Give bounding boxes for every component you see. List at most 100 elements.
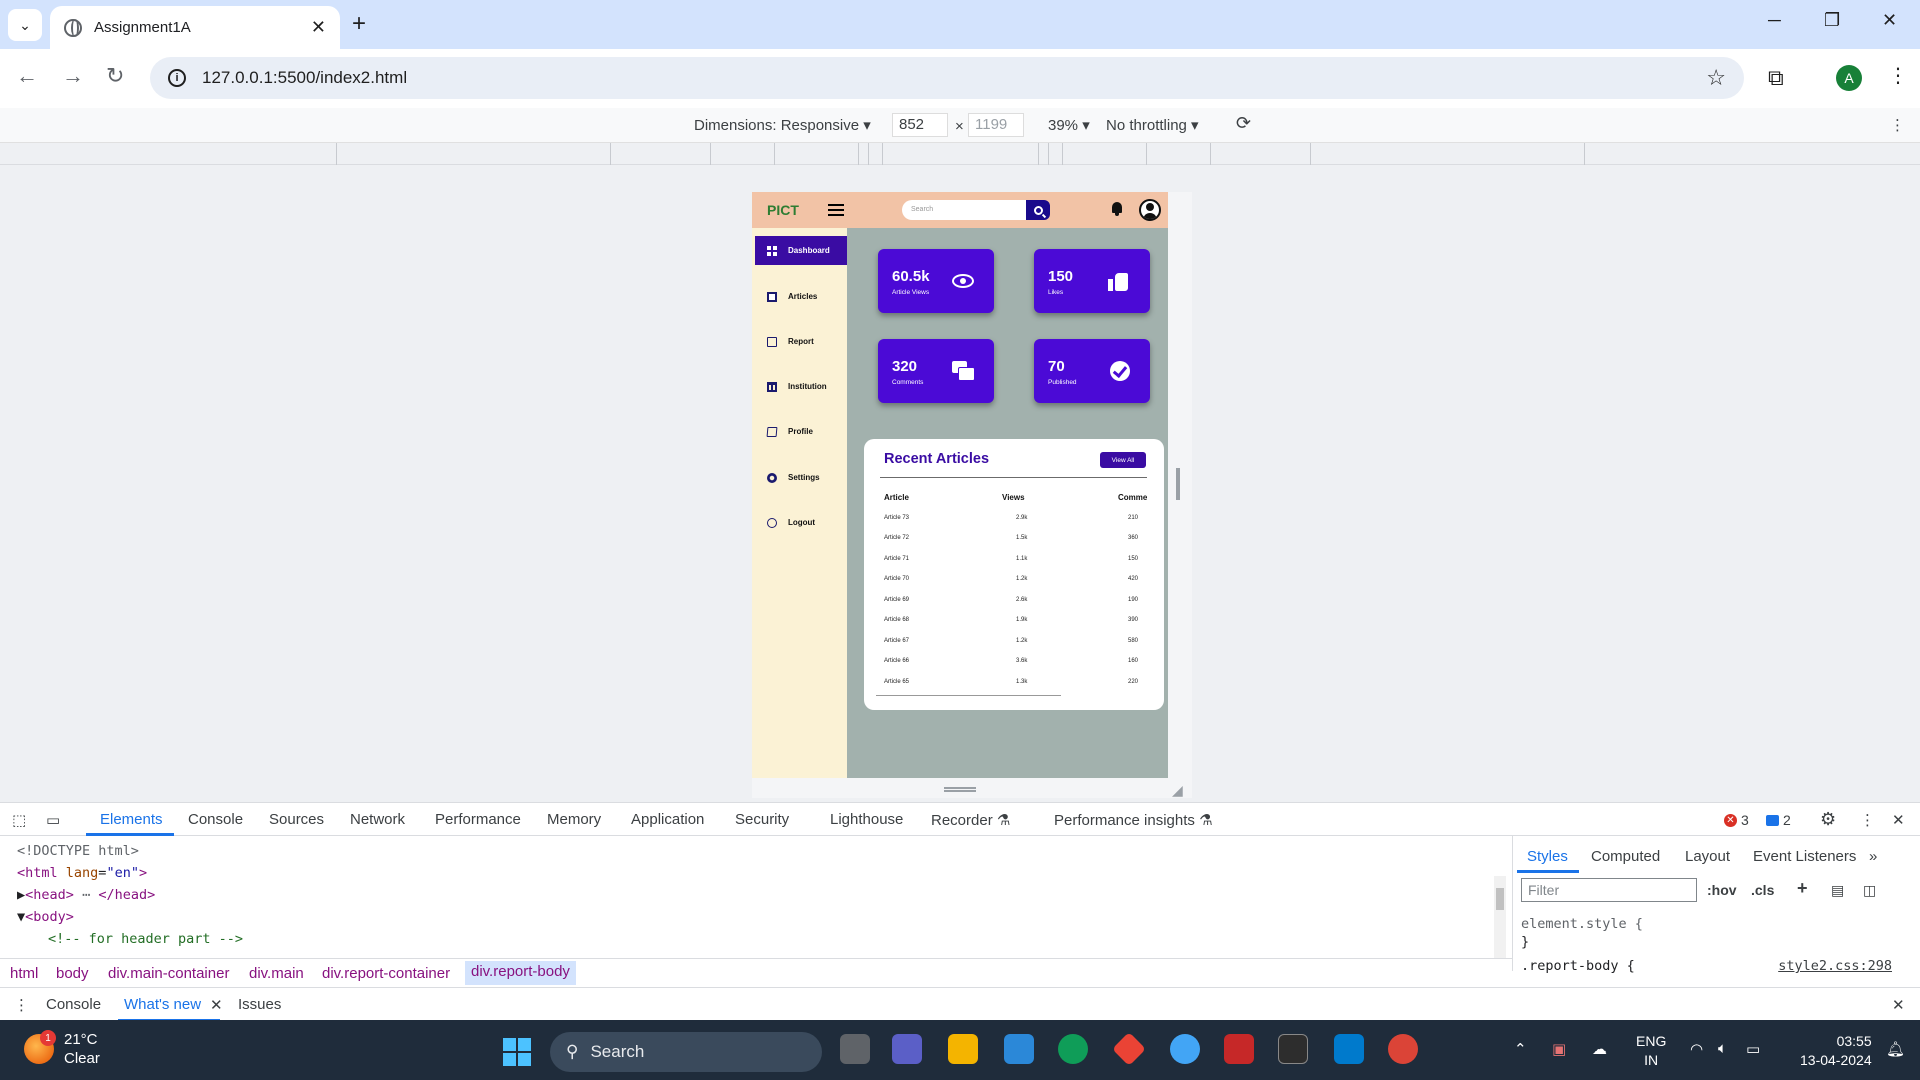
- view-all-button[interactable]: View All: [1100, 452, 1146, 468]
- bell-icon[interactable]: [1111, 202, 1123, 216]
- sidebar-item-dashboard[interactable]: Dashboard: [755, 236, 847, 265]
- stat-card-likes[interactable]: 150 Likes: [1034, 249, 1150, 313]
- width-input[interactable]: 852: [892, 113, 948, 137]
- tab-computed[interactable]: Computed: [1591, 848, 1660, 865]
- styles-filter-input[interactable]: Filter: [1521, 878, 1697, 902]
- app-logo[interactable]: PICT: [767, 202, 799, 218]
- corner-resize-handle[interactable]: ◢: [1172, 782, 1183, 799]
- task-view-icon[interactable]: [840, 1034, 870, 1064]
- tab-performance[interactable]: Performance: [435, 811, 521, 828]
- tab-lighthouse[interactable]: Lighthouse: [830, 811, 903, 828]
- tab-security[interactable]: Security: [735, 811, 789, 828]
- table-row[interactable]: Article 70 1.2k 420: [864, 576, 1164, 588]
- tab-search-button[interactable]: ⌄: [8, 9, 42, 41]
- address-bar[interactable]: i 127.0.0.1:5500/index2.html ☆: [150, 57, 1744, 99]
- cls-toggle[interactable]: .cls: [1751, 882, 1774, 898]
- drawer-tab-issues[interactable]: Issues: [238, 996, 281, 1013]
- file-explorer-icon[interactable]: [948, 1034, 978, 1064]
- extensions-icon[interactable]: ⧉: [1768, 65, 1784, 91]
- breadcrumb-main-container[interactable]: div.main-container: [108, 965, 229, 982]
- tab-sources[interactable]: Sources: [269, 811, 324, 828]
- sidebar-item-articles[interactable]: Articles: [755, 282, 847, 311]
- weather-widget[interactable]: 1 21°C Clear: [24, 1030, 100, 1068]
- edge-icon[interactable]: [1058, 1034, 1088, 1064]
- more-tabs-icon[interactable]: »: [1869, 848, 1877, 865]
- hamburger-menu-icon[interactable]: [828, 204, 844, 216]
- table-row[interactable]: Article 65 1.3k 220: [864, 679, 1164, 691]
- rule-source-link[interactable]: style2.css:298: [1778, 958, 1892, 974]
- doctype-line[interactable]: <!DOCTYPE html>: [17, 843, 139, 859]
- tab-recorder[interactable]: Recorder ⚗: [931, 811, 1010, 829]
- throttling-dropdown[interactable]: No throttling ▾: [1106, 116, 1199, 134]
- inspect-element-icon[interactable]: ⬚: [12, 811, 26, 829]
- table-row[interactable]: Article 67 1.2k 580: [864, 638, 1164, 650]
- app-search-input[interactable]: Search: [902, 200, 1026, 220]
- device-toggle-icon[interactable]: ▭: [46, 811, 60, 829]
- tab-performance-insights[interactable]: Performance insights ⚗: [1054, 811, 1213, 829]
- breadcrumb-body[interactable]: body: [56, 965, 89, 982]
- breadcrumb-main[interactable]: div.main: [249, 965, 304, 982]
- system-clock[interactable]: 03:55 13-04-2024: [1800, 1032, 1872, 1070]
- head-node[interactable]: ▶<head> ⋯ </head>: [17, 887, 155, 903]
- table-row[interactable]: Article 69 2.6k 190: [864, 597, 1164, 609]
- dimensions-dropdown[interactable]: Dimensions: Responsive ▾: [694, 116, 871, 134]
- error-count-badge[interactable]: ✕ 3: [1724, 812, 1749, 828]
- table-row[interactable]: Article 73 2.9k 210: [864, 515, 1164, 527]
- user-avatar-icon[interactable]: [1139, 199, 1161, 221]
- breadcrumb-report-body[interactable]: div.report-body: [465, 961, 576, 985]
- site-info-icon[interactable]: i: [168, 69, 186, 87]
- stat-card-published[interactable]: 70 Published: [1034, 339, 1150, 403]
- zoom-dropdown[interactable]: 39% ▾: [1048, 116, 1090, 134]
- close-drawer-icon[interactable]: ✕: [1892, 996, 1905, 1014]
- store-icon[interactable]: [1004, 1034, 1034, 1064]
- media-query-ruler[interactable]: [0, 143, 1920, 165]
- stat-card-comments[interactable]: 320 Comments: [878, 339, 994, 403]
- anydesk-icon[interactable]: [1112, 1032, 1146, 1066]
- comment-node[interactable]: <!-- for header part -->: [48, 931, 243, 947]
- forward-button[interactable]: →: [62, 63, 84, 89]
- sidebar-toggle-icon[interactable]: ◫: [1863, 882, 1876, 899]
- paint-icon[interactable]: ▤: [1831, 882, 1844, 899]
- rotate-icon[interactable]: ⟳: [1236, 113, 1251, 134]
- breadcrumb-report-container[interactable]: div.report-container: [322, 965, 450, 982]
- vscode-icon[interactable]: [1334, 1034, 1364, 1064]
- devtools-menu-icon[interactable]: ⋮: [1860, 811, 1875, 829]
- drawer-menu-icon[interactable]: ⋮: [14, 996, 29, 1014]
- close-window-button[interactable]: ✕: [1882, 10, 1897, 31]
- minimize-button[interactable]: ─: [1768, 10, 1781, 31]
- volume-icon[interactable]: 🔈︎: [1718, 1040, 1727, 1057]
- bookmark-star-icon[interactable]: ☆: [1706, 65, 1726, 91]
- windows-start-icon[interactable]: [503, 1038, 531, 1066]
- gear-icon[interactable]: ⚙: [1820, 809, 1836, 830]
- table-row[interactable]: Article 72 1.5k 360: [864, 535, 1164, 547]
- chevron-up-icon[interactable]: ⌃: [1514, 1040, 1527, 1058]
- element-style-rule[interactable]: element.style {: [1521, 916, 1643, 932]
- table-scrollbar[interactable]: [876, 695, 1061, 696]
- profile-avatar[interactable]: A: [1836, 65, 1862, 91]
- tab-layout[interactable]: Layout: [1685, 848, 1730, 865]
- tab-elements[interactable]: Elements: [100, 811, 163, 828]
- sidebar-item-settings[interactable]: Settings: [755, 463, 847, 492]
- meet-icon[interactable]: [892, 1034, 922, 1064]
- hov-toggle[interactable]: :hov: [1707, 882, 1737, 898]
- html-node[interactable]: <html lang="en">: [17, 865, 147, 881]
- battery-icon[interactable]: ▭: [1746, 1040, 1760, 1058]
- message-count-badge[interactable]: 2: [1766, 812, 1791, 828]
- tab-console[interactable]: Console: [188, 811, 243, 828]
- terminal-icon[interactable]: [1278, 1034, 1308, 1064]
- sidebar-item-logout[interactable]: Logout: [755, 508, 847, 537]
- sidebar-item-report[interactable]: Report: [755, 327, 847, 356]
- close-devtools-icon[interactable]: ✕: [1892, 811, 1905, 829]
- wifi-icon[interactable]: ◠: [1690, 1040, 1703, 1058]
- add-rule-icon[interactable]: +: [1797, 878, 1808, 899]
- close-whats-new-icon[interactable]: ✕: [210, 996, 223, 1014]
- new-tab-button[interactable]: +: [352, 12, 366, 36]
- app-search-button[interactable]: [1026, 200, 1050, 220]
- browser-tab[interactable]: Assignment1A ✕: [50, 6, 340, 49]
- sidebar-item-profile[interactable]: Profile: [755, 417, 847, 446]
- tab-memory[interactable]: Memory: [547, 811, 601, 828]
- stat-card-views[interactable]: 60.5k Article Views: [878, 249, 994, 313]
- mcafee-icon[interactable]: [1224, 1034, 1254, 1064]
- report-body-rule[interactable]: .report-body {: [1521, 958, 1635, 974]
- tab-network[interactable]: Network: [350, 811, 405, 828]
